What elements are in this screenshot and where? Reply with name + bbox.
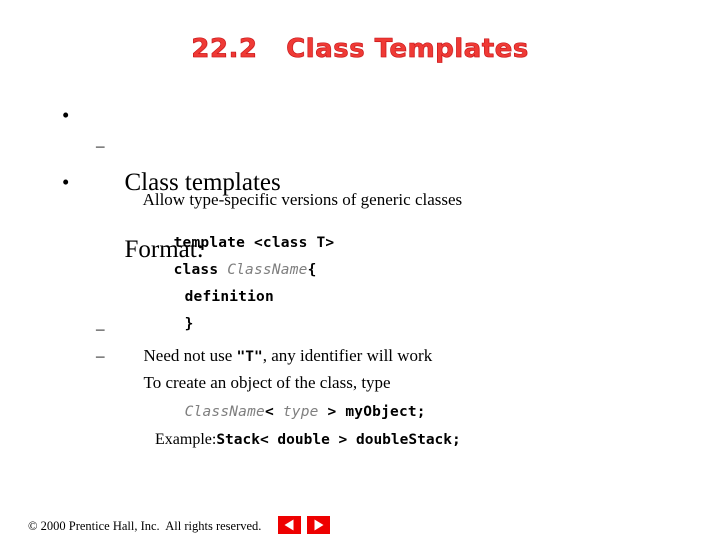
slide-canvas: 22.2 Class Templates • Class templates –… <box>0 0 720 540</box>
example-code: Stack< double > doubleStack; <box>216 432 461 448</box>
example-label: Example: <box>155 431 217 448</box>
sub-bullet-allow-type-specific: – Allow type-specific versions of generi… <box>0 132 720 209</box>
code-line-class-declaration: class ClassName{ <box>0 230 720 278</box>
slide-title: 22.2 Class Templates <box>191 34 529 65</box>
code-line-object-instantiation: ClassName< type > myObject; <box>0 373 720 420</box>
bullet-glyph-icon: • <box>62 170 70 194</box>
sub-bullet-identifier-note: – Need not use "T", any identifier will w… <box>0 315 720 365</box>
bullet-item-format: • Format: <box>0 165 720 263</box>
code-line-example: Example:Stack< double > doubleStack; <box>0 399 720 448</box>
bullet-glyph-icon: • <box>62 103 70 127</box>
code-line-template-declaration: template <class T> <box>0 203 720 251</box>
dash-glyph-icon: – <box>96 346 105 365</box>
bullet-item-class-templates: • Class templates <box>0 98 720 196</box>
slide-body: • Class templates – Allow type-specific … <box>0 98 720 448</box>
triangle-right-icon <box>314 519 324 531</box>
footer-copyright: © 2000 Prentice Hall, Inc. All rights re… <box>28 519 262 533</box>
code-line-definition: definition <box>0 257 720 305</box>
triangle-left-icon <box>284 519 294 531</box>
dash-glyph-icon: – <box>96 319 105 338</box>
code-line-close-brace: } <box>0 284 720 332</box>
sub-bullet-create-object: – To create an object of the class, type <box>0 342 720 392</box>
dash-glyph-icon: – <box>96 136 105 155</box>
nav-previous-button[interactable] <box>278 516 301 534</box>
nav-next-button[interactable] <box>307 516 330 534</box>
